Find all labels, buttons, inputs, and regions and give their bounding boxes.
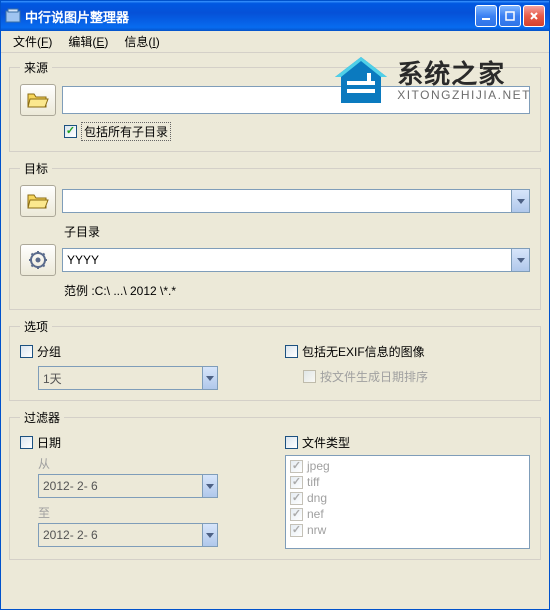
filetype-filter-label: 文件类型 [302,434,350,451]
filter-group: 过滤器 日期 从 至 [9,409,541,560]
from-label: 从 [38,455,265,472]
options-group: 选项 分组 包括无EXIF信息的图像 [9,318,541,401]
folder-open-icon [27,191,49,211]
subdir-pattern-combo[interactable] [62,248,530,272]
dropdown-icon[interactable] [511,190,529,212]
filetype-name: nrw [307,523,326,537]
filetype-name: dng [307,491,327,505]
include-noexif-label: 包括无EXIF信息的图像 [302,343,425,360]
filetype-filter-checkbox[interactable] [285,436,298,449]
filetype-item[interactable]: dng [288,490,527,506]
menu-info[interactable]: 信息(I) [116,31,167,52]
source-path-input[interactable] [62,86,530,114]
filetype-item[interactable]: nef [288,506,527,522]
filetype-item[interactable]: jpeg [288,458,527,474]
filetype-checkbox [290,460,303,473]
target-path-input[interactable] [63,190,511,212]
source-legend: 来源 [20,59,52,76]
menu-file[interactable]: 文件(F) [5,31,60,52]
to-label: 至 [38,504,265,521]
filetype-name: tiff [307,475,319,489]
include-subdirs-checkbox[interactable] [64,125,77,138]
browse-source-button[interactable] [20,84,56,116]
menubar: 文件(F) 编辑(E) 信息(I) [1,31,549,53]
filter-legend: 过滤器 [20,409,64,426]
filetype-checkbox [290,508,303,521]
subdir-pattern-input[interactable] [63,249,511,271]
target-legend: 目标 [20,160,52,177]
group-label: 分组 [37,343,61,360]
filetype-name: nef [307,507,324,521]
menu-edit[interactable]: 编辑(E) [60,31,116,52]
filetype-list[interactable]: jpeg tiff dng nef nrw [285,455,530,549]
window-title: 中行说图片整理器 [25,7,475,26]
group-value-input [39,367,202,389]
include-noexif-checkbox[interactable] [285,345,298,358]
target-group: 目标 子目录 [9,160,541,310]
date-filter-checkbox[interactable] [20,436,33,449]
example-text: 范例 :C:\ ...\ 2012 \*.* [64,282,530,299]
filetype-checkbox [290,476,303,489]
options-legend: 选项 [20,318,52,335]
browse-target-button[interactable] [20,185,56,217]
date-to-input [39,524,202,546]
sort-by-date-label: 按文件生成日期排序 [320,368,428,385]
dropdown-icon [202,475,217,497]
filetype-checkbox [290,492,303,505]
include-subdirs-label: 包括所有子目录 [81,122,171,141]
minimize-button[interactable] [475,5,497,27]
dropdown-icon[interactable] [511,249,529,271]
close-button[interactable] [523,5,545,27]
titlebar: 中行说图片整理器 [1,1,549,31]
filetype-checkbox [290,524,303,537]
group-value-combo [38,366,218,390]
dropdown-icon [202,367,217,389]
date-from-combo [38,474,218,498]
maximize-button[interactable] [499,5,521,27]
subdir-label: 子目录 [64,223,530,240]
filetype-item[interactable]: tiff [288,474,527,490]
source-group: 来源 包括所有子目录 [9,59,541,152]
dropdown-icon [202,524,217,546]
subdir-settings-button[interactable] [20,244,56,276]
date-to-combo [38,523,218,547]
folder-open-icon [27,90,49,110]
filetype-name: jpeg [307,459,330,473]
filetype-item[interactable]: nrw [288,522,527,538]
sort-by-date-checkbox [303,370,316,383]
date-from-input [39,475,202,497]
target-path-combo[interactable] [62,189,530,213]
app-icon [5,8,21,24]
date-filter-label: 日期 [37,434,61,451]
gear-icon [27,250,49,270]
group-checkbox[interactable] [20,345,33,358]
